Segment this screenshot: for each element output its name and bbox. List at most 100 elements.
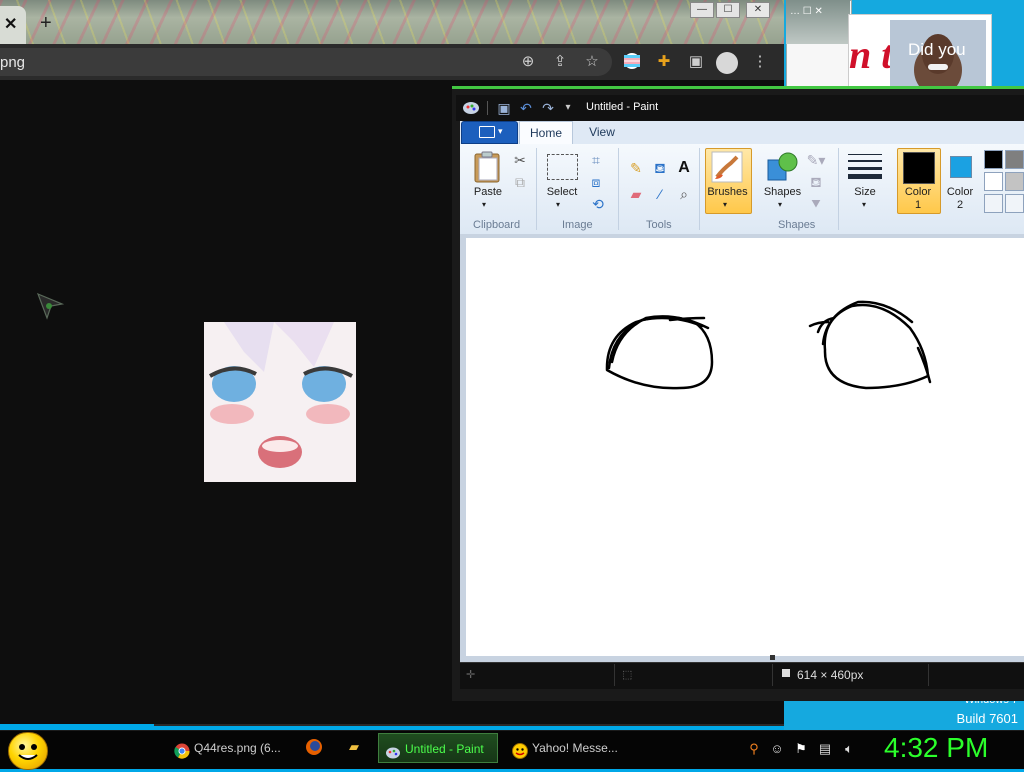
background-window-controls[interactable]: … ☐ ✕ (790, 6, 823, 17)
select-icon[interactable] (547, 154, 578, 180)
taskbar-item-label: Untitled - Paint (405, 742, 484, 756)
extension-flag-icon[interactable] (622, 52, 642, 72)
paste-icon[interactable] (473, 150, 503, 187)
text-tool-icon[interactable]: A (674, 158, 694, 178)
brushes-dropdown-icon[interactable]: ▾ (723, 200, 727, 209)
displayed-image (204, 322, 356, 482)
size-icon[interactable] (848, 152, 882, 183)
share-icon[interactable]: ⇪ (550, 52, 570, 72)
side-panel-icon[interactable]: ▣ (686, 52, 706, 72)
messenger-tray-icon[interactable]: ☺ (768, 740, 786, 758)
taskbar-item-paint[interactable]: Untitled - Paint (378, 733, 498, 763)
cursor-position-icon: ✛ (466, 669, 476, 681)
select-dropdown-icon[interactable]: ▾ (556, 200, 560, 209)
status-divider (772, 664, 773, 686)
canvas-size-text: 614 × 460px (797, 668, 864, 682)
yahoo-icon (512, 740, 528, 770)
magnifier-icon[interactable]: ⌕ (674, 184, 694, 204)
chrome-icon (174, 740, 190, 770)
color1-label: Color (904, 186, 932, 198)
group-divider (699, 148, 700, 230)
taskbar-item-yahoo[interactable]: Yahoo! Messe... (506, 733, 628, 763)
zoom-icon[interactable]: ⊕ (518, 52, 538, 72)
paste-dropdown-icon[interactable]: ▾ (482, 200, 486, 209)
paint-status-bar (460, 662, 1024, 689)
shapes-button[interactable]: Shapes (760, 186, 805, 198)
color2-label[interactable]: Color (940, 186, 980, 198)
palette-swatch-empty[interactable] (1005, 194, 1024, 213)
fill-icon[interactable]: ⛾▾ (806, 172, 826, 210)
color2-swatch[interactable] (950, 156, 972, 178)
redo-icon[interactable]: ↷ (538, 98, 558, 118)
group-divider (838, 148, 839, 230)
volume-icon[interactable]: 🔈︎ (840, 740, 858, 758)
action-center-flag-icon[interactable]: ⚑ (792, 740, 810, 758)
shapes-icon[interactable] (766, 150, 798, 187)
tab-close-icon[interactable]: ✕ (4, 14, 17, 34)
save-icon[interactable]: ▣ (494, 98, 514, 118)
shapes-dropdown-icon[interactable]: ▾ (778, 200, 782, 209)
palette-swatch-black[interactable] (984, 150, 1003, 169)
taskbar-item-chrome[interactable]: Q44res.png (6... (168, 733, 290, 763)
color1-number: 1 (914, 199, 922, 211)
search-icon[interactable]: ⚲ (745, 740, 763, 758)
chrome-tabstrip (0, 0, 784, 44)
windows-watermark-line2: Build 7601 (956, 711, 1018, 726)
customize-qat-icon[interactable]: ▾ (558, 98, 578, 118)
rotate-icon[interactable]: ⟲ (588, 194, 608, 214)
maximize-button[interactable]: ☐ (716, 2, 740, 18)
palette-swatch-lightgray[interactable] (1005, 172, 1024, 191)
overlay-caption: Did you (908, 40, 966, 59)
window-edge (154, 724, 784, 726)
start-button[interactable] (8, 732, 48, 770)
menu-kebab-icon[interactable]: ⋮ (750, 52, 770, 72)
shapes-group-label: Shapes (778, 219, 816, 231)
palette-swatch-empty[interactable] (984, 194, 1003, 213)
qat-separator (487, 101, 488, 115)
undo-icon[interactable]: ↶ (516, 98, 536, 118)
profile-avatar-icon[interactable] (716, 52, 738, 74)
new-tab-button[interactable]: + (40, 12, 52, 35)
bookmark-star-icon[interactable]: ☆ (582, 52, 602, 72)
selection-size-icon: ⬚ (622, 669, 633, 681)
url-text[interactable]: png (0, 54, 25, 71)
tab-view[interactable]: View (576, 121, 628, 143)
status-divider (614, 664, 615, 686)
size-dropdown-icon[interactable]: ▾ (862, 200, 866, 209)
folder-icon[interactable]: ▰ (345, 738, 363, 756)
paint-window-title: Untitled - Paint (586, 101, 659, 113)
palette-swatch-gray[interactable] (1005, 150, 1024, 169)
taskbar-item-label: Yahoo! Messe... (532, 741, 618, 755)
fill-bucket-icon[interactable]: ⛾ (650, 158, 670, 178)
paint-menu-button[interactable]: ▾ (461, 121, 518, 144)
red-text: n t (849, 32, 893, 77)
drawing-canvas[interactable] (466, 238, 1024, 656)
system-clock[interactable]: 4:32 PM (884, 732, 988, 764)
copy-icon[interactable]: ⧉ (510, 172, 530, 192)
color1-swatch[interactable] (903, 152, 935, 184)
pencil-icon[interactable]: ✎ (626, 158, 646, 178)
close-window-button[interactable]: ✕ (746, 2, 770, 18)
crop-icon[interactable]: ⌗ (586, 150, 606, 170)
canvas-size-icon (782, 669, 790, 677)
tab-home[interactable]: Home (519, 121, 573, 144)
size-button[interactable]: Size (845, 186, 885, 198)
brushes-label[interactable]: Brushes (705, 186, 750, 198)
brush-icon[interactable] (711, 151, 743, 186)
select-button[interactable]: Select (542, 186, 582, 198)
color-picker-icon[interactable]: ⁄ (650, 184, 670, 204)
paint-app-icon[interactable] (462, 99, 480, 118)
canvas-resize-handle[interactable] (770, 655, 775, 660)
eraser-icon[interactable]: ▰ (626, 184, 646, 204)
palette-swatch-white[interactable] (984, 172, 1003, 191)
minimize-button[interactable]: — (690, 2, 714, 18)
outline-icon[interactable]: ✎▾ (806, 150, 826, 170)
color2-number: 2 (956, 199, 964, 211)
cut-icon[interactable]: ✂ (510, 150, 530, 170)
extensions-puzzle-icon[interactable]: ✚ (654, 52, 674, 72)
resize-icon[interactable]: ⧈ (586, 172, 606, 192)
paste-button[interactable]: Paste (468, 186, 508, 198)
network-icon[interactable]: ▤ (816, 740, 834, 758)
firefox-icon[interactable] (305, 738, 323, 756)
tools-group-label: Tools (646, 219, 672, 231)
